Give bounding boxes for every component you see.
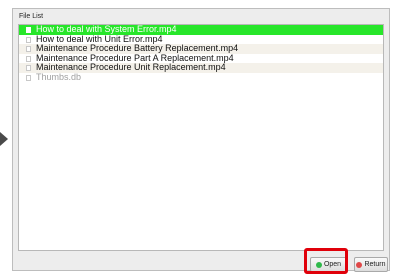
- file-name: Thumbs.db: [36, 71, 82, 82]
- file-list-dialog: File List How to deal with System Error.…: [12, 8, 390, 272]
- panel-title: File List: [19, 13, 44, 20]
- return-button-label: Return: [364, 261, 386, 268]
- file-name: Maintenance Procedure Battery Replacemen…: [36, 43, 239, 53]
- arrow-right-icon: [0, 132, 8, 146]
- return-button[interactable]: Return: [354, 257, 388, 272]
- red-circle-icon: [356, 261, 363, 268]
- file-icon: [26, 27, 31, 33]
- file-icon: [26, 55, 31, 62]
- file-list: How to deal with System Error.mp4 How to…: [18, 24, 384, 251]
- open-button-highlight: [304, 248, 348, 274]
- list-item[interactable]: Thumbs.db: [19, 71, 383, 83]
- file-name: Maintenance Procedure Part A Replacement…: [36, 52, 234, 63]
- file-name: How to deal with System Error.mp4: [36, 24, 177, 34]
- file-icon: [26, 65, 31, 71]
- file-icon: [26, 36, 31, 43]
- file-icon: [26, 46, 31, 52]
- file-name: Maintenance Procedure Unit Replacement.m…: [36, 62, 226, 72]
- file-icon: [26, 74, 31, 81]
- file-name: How to deal with Unit Error.mp4: [36, 33, 163, 44]
